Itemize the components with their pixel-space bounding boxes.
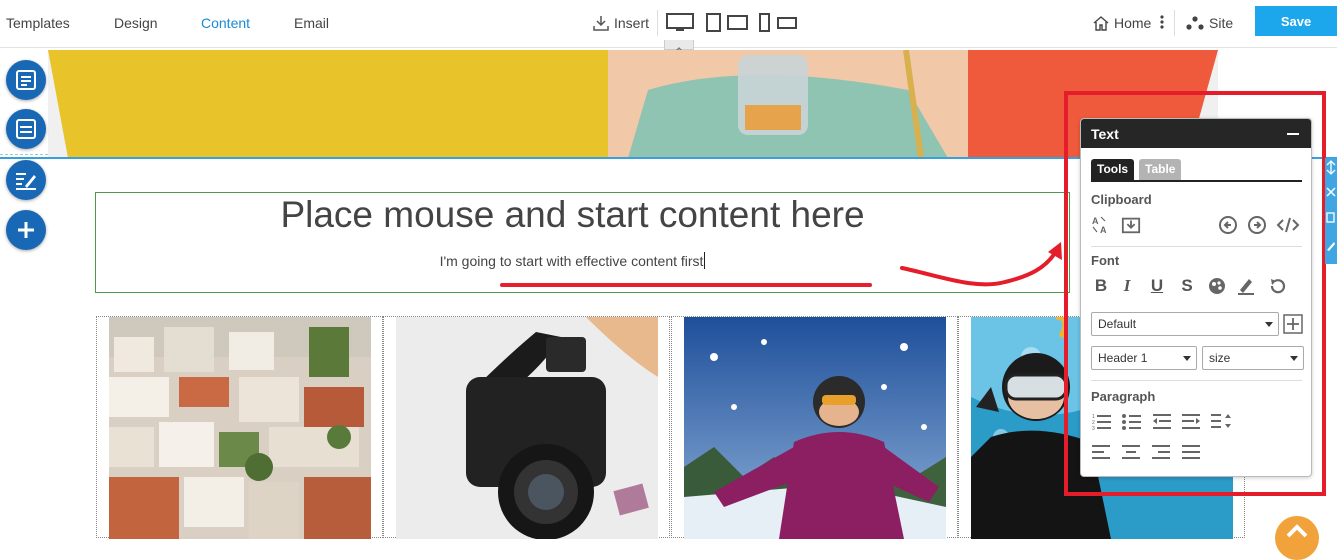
home-icon bbox=[1093, 16, 1109, 31]
minimize-icon[interactable] bbox=[1287, 133, 1299, 135]
align-justify-icon bbox=[1182, 445, 1200, 459]
clear-format-icon[interactable] bbox=[1268, 276, 1288, 296]
rows-button[interactable] bbox=[6, 109, 46, 149]
mobile-view-icon[interactable] bbox=[759, 13, 799, 33]
text-format-icon[interactable]: AA bbox=[1091, 215, 1111, 235]
clipboard-heading: Clipboard bbox=[1091, 192, 1152, 207]
save-button[interactable]: Save bbox=[1255, 6, 1337, 36]
tab-tools[interactable]: Tools bbox=[1091, 159, 1135, 180]
site-link[interactable]: Site bbox=[1186, 15, 1233, 31]
panel-header: Text bbox=[1081, 119, 1311, 148]
italic-icon[interactable]: I bbox=[1117, 276, 1137, 296]
text-properties-panel: Text Tools Table Clipboard AA Font B I U… bbox=[1080, 118, 1312, 477]
tab-email[interactable]: Email bbox=[294, 15, 329, 31]
tab-design[interactable]: Design bbox=[114, 15, 158, 31]
text-cursor bbox=[704, 252, 706, 269]
skier-photo bbox=[684, 317, 946, 539]
add-font-icon[interactable] bbox=[1283, 314, 1303, 334]
home-link[interactable]: Home bbox=[1093, 15, 1151, 31]
font-family-value: Default bbox=[1098, 317, 1137, 331]
edit-text-icon bbox=[16, 173, 36, 190]
top-toolbar: Templates Design Content Email Insert Ho… bbox=[0, 0, 1337, 53]
image-cell-camera[interactable] bbox=[383, 316, 670, 539]
paste-icon[interactable] bbox=[1121, 215, 1141, 235]
svg-text:A: A bbox=[1100, 225, 1107, 235]
tablet-view-icon[interactable] bbox=[706, 13, 750, 33]
block-tools-icons bbox=[1326, 160, 1336, 251]
home-label: Home bbox=[1114, 15, 1152, 31]
insert-button[interactable]: Insert bbox=[593, 15, 649, 31]
desktop-view-icon[interactable] bbox=[666, 13, 696, 33]
annotation-underline bbox=[500, 283, 872, 287]
unordered-list-icon bbox=[1122, 414, 1141, 430]
paragraph-heading: Paragraph bbox=[1091, 389, 1156, 404]
annotation-arrow bbox=[900, 242, 1062, 287]
city-photo bbox=[109, 317, 371, 539]
font-size-value: size bbox=[1209, 351, 1231, 365]
highlight-icon[interactable] bbox=[1236, 276, 1256, 296]
tab-templates[interactable]: Templates bbox=[6, 15, 70, 31]
more-vertical-icon[interactable] bbox=[1159, 14, 1165, 30]
content-headline[interactable]: Place mouse and start content here bbox=[0, 194, 1145, 236]
underline-icon[interactable]: U bbox=[1147, 276, 1167, 296]
layout-button[interactable] bbox=[6, 60, 46, 100]
undo-icon[interactable] bbox=[1218, 215, 1238, 235]
font-heading: Font bbox=[1091, 253, 1120, 268]
text-color-icon[interactable] bbox=[1207, 276, 1227, 296]
align-left-icon bbox=[1092, 445, 1110, 459]
rows-icon bbox=[16, 119, 36, 139]
heading-value: Header 1 bbox=[1098, 351, 1148, 365]
panel-tabs: Tools Table bbox=[1091, 159, 1302, 182]
tab-content[interactable]: Content bbox=[201, 15, 250, 31]
scroll-top-button[interactable] bbox=[1275, 516, 1319, 560]
chevron-up-icon bbox=[1286, 524, 1308, 538]
svg-text:A: A bbox=[1092, 216, 1099, 226]
heading-select[interactable]: Header 1 bbox=[1091, 346, 1197, 370]
align-center-icon bbox=[1122, 445, 1140, 459]
font-size-select[interactable]: size bbox=[1202, 346, 1304, 370]
bold-icon[interactable]: B bbox=[1091, 276, 1111, 296]
line-height-icon bbox=[1211, 414, 1231, 428]
tab-table[interactable]: Table bbox=[1139, 159, 1182, 180]
insert-label: Insert bbox=[614, 15, 650, 31]
redo-icon[interactable] bbox=[1247, 215, 1267, 235]
svg-text:3: 3 bbox=[1092, 426, 1095, 432]
collapse-toolbar-button[interactable] bbox=[664, 40, 694, 53]
sitemap-icon bbox=[1186, 16, 1204, 30]
strikethrough-icon[interactable]: S bbox=[1177, 276, 1197, 296]
font-family-select[interactable]: Default bbox=[1091, 312, 1279, 336]
site-label: Site bbox=[1209, 15, 1234, 31]
image-cell-city[interactable] bbox=[96, 316, 383, 539]
image-cell-skier[interactable] bbox=[671, 316, 958, 539]
camera-photo bbox=[396, 317, 658, 539]
code-icon[interactable] bbox=[1276, 215, 1300, 235]
paragraph-toolbar[interactable]: 123 bbox=[1091, 412, 1303, 464]
panel-title: Text bbox=[1091, 126, 1119, 142]
align-right-icon bbox=[1152, 445, 1170, 459]
ordered-list-icon: 123 bbox=[1092, 414, 1111, 432]
subline-text: I'm going to start with effective conten… bbox=[439, 253, 704, 269]
block-tools-strip[interactable] bbox=[1325, 158, 1337, 264]
outdent-icon bbox=[1153, 414, 1171, 429]
download-icon bbox=[593, 16, 609, 31]
layout-icon bbox=[16, 70, 36, 90]
indent-icon bbox=[1182, 414, 1200, 429]
hero-image[interactable] bbox=[48, 50, 1218, 158]
